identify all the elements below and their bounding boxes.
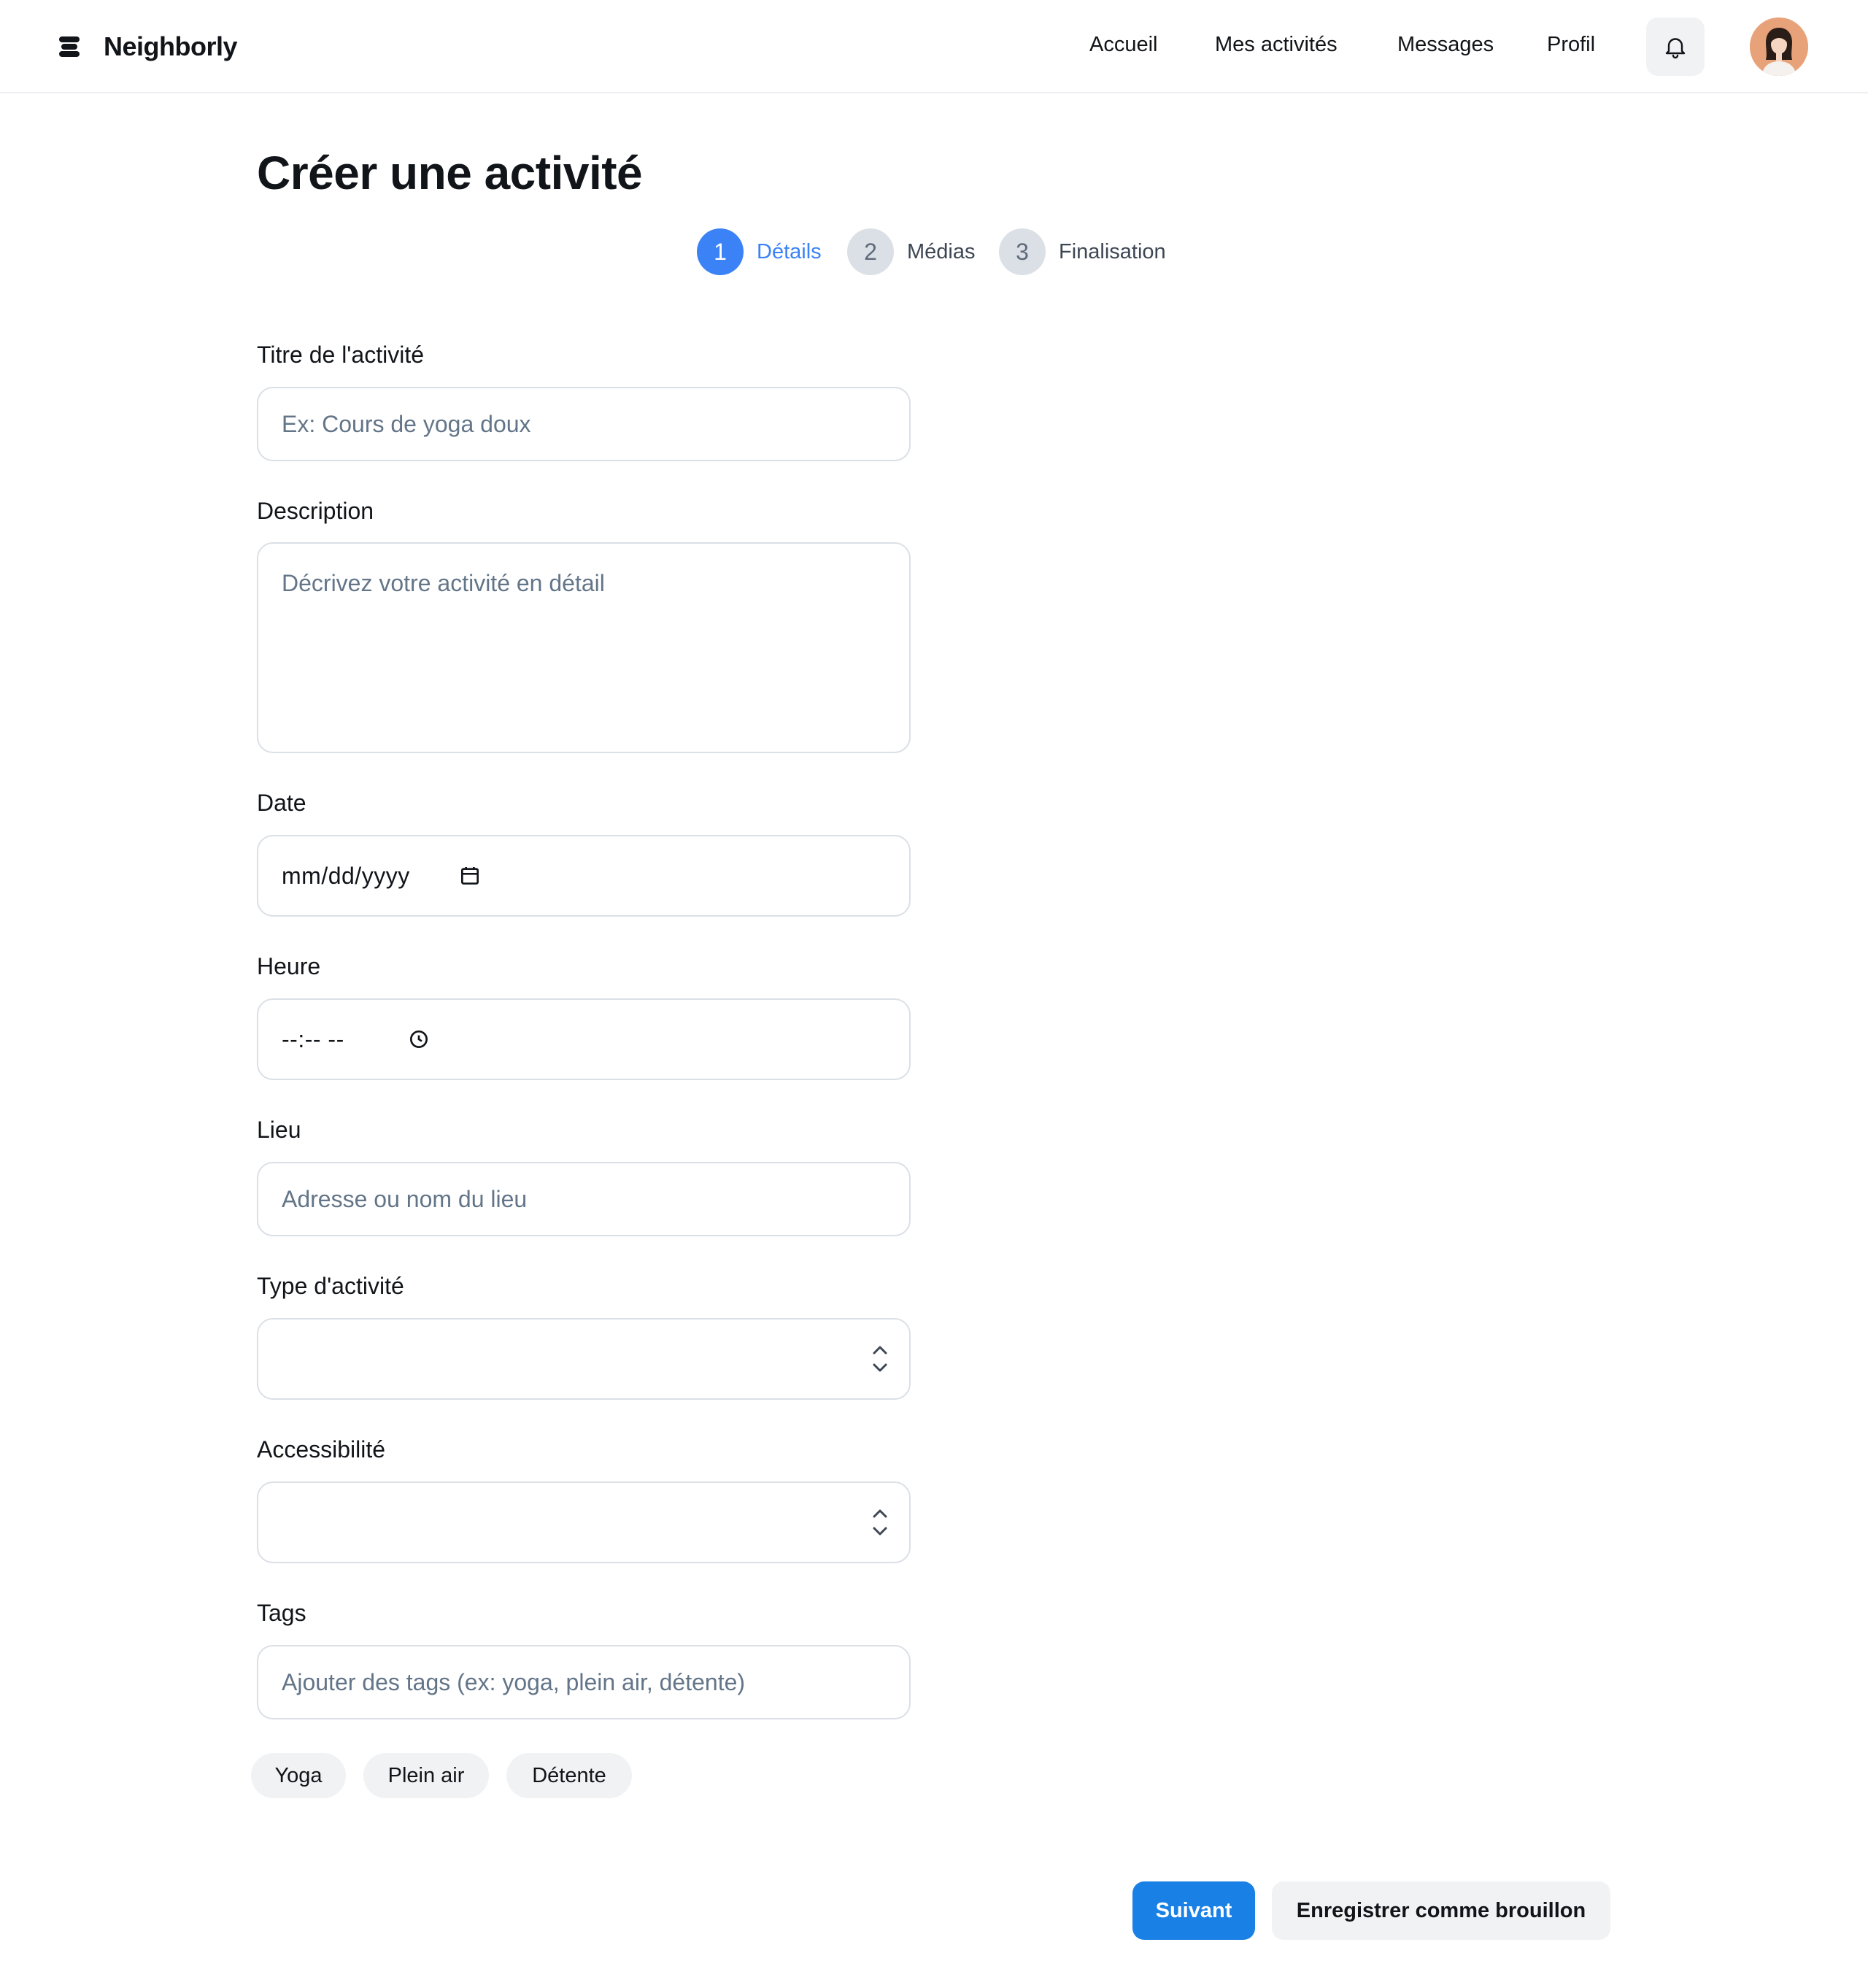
- page-title: Créer une activité: [257, 147, 643, 199]
- activity-type-select[interactable]: [257, 1318, 911, 1400]
- top-header: Neighborly Accueil Mes activités Message…: [0, 0, 1868, 93]
- select-arrows-icon: [873, 1346, 887, 1372]
- time-placeholder: --:-- --: [282, 1025, 344, 1052]
- tag-chip[interactable]: Détente: [506, 1753, 632, 1798]
- nav-item-mes-activites[interactable]: Mes activités: [1215, 33, 1338, 57]
- description-label: Description: [257, 498, 374, 524]
- location-input[interactable]: [257, 1162, 911, 1236]
- step-number: 1: [697, 228, 744, 275]
- step-label: Détails: [757, 239, 822, 263]
- title-input[interactable]: [257, 387, 911, 461]
- date-input[interactable]: mm/dd/yyyy: [257, 835, 911, 917]
- tags-label: Tags: [257, 1600, 306, 1626]
- save-draft-button[interactable]: Enregistrer comme brouillon: [1272, 1881, 1610, 1940]
- notifications-button[interactable]: [1646, 18, 1705, 76]
- calendar-icon[interactable]: [458, 864, 482, 887]
- accessibility-select[interactable]: [257, 1482, 911, 1563]
- step-label: Médias: [907, 239, 976, 263]
- step-medias[interactable]: 2 Médias: [847, 228, 976, 275]
- nav-item-profil[interactable]: Profil: [1547, 33, 1595, 57]
- time-input[interactable]: --:-- --: [257, 998, 911, 1080]
- step-finalisation[interactable]: 3 Finalisation: [999, 228, 1166, 275]
- activity-type-label: Type d'activité: [257, 1273, 404, 1299]
- step-label: Finalisation: [1059, 239, 1166, 263]
- location-label: Lieu: [257, 1117, 301, 1143]
- bell-icon: [1665, 38, 1686, 59]
- clock-icon[interactable]: [407, 1028, 431, 1051]
- step-number: 3: [999, 228, 1046, 275]
- step-number: 2: [847, 228, 894, 275]
- tag-chip[interactable]: Yoga: [251, 1753, 346, 1798]
- stepper: 1 Détails 2 Médias 3 Finalisation: [0, 228, 1868, 275]
- next-button[interactable]: Suivant: [1132, 1881, 1255, 1940]
- date-placeholder: mm/dd/yyyy: [282, 862, 410, 889]
- date-label: Date: [257, 790, 306, 816]
- brand[interactable]: Neighborly: [57, 26, 238, 67]
- nav-item-messages[interactable]: Messages: [1397, 33, 1494, 57]
- logo-icon: [59, 36, 80, 57]
- step-details[interactable]: 1 Détails: [697, 228, 822, 275]
- time-label: Heure: [257, 953, 321, 979]
- avatar[interactable]: [1750, 18, 1808, 76]
- description-textarea[interactable]: [257, 542, 911, 753]
- accessibility-label: Accessibilité: [257, 1436, 386, 1463]
- app-name: Neighborly: [104, 31, 238, 61]
- tags-input[interactable]: [257, 1645, 911, 1719]
- title-label: Titre de l'activité: [257, 342, 424, 368]
- tag-chip[interactable]: Plein air: [363, 1753, 489, 1798]
- user-avatar-image: [1750, 18, 1808, 76]
- select-arrows-icon: [873, 1509, 887, 1536]
- nav-item-accueil[interactable]: Accueil: [1089, 33, 1158, 57]
